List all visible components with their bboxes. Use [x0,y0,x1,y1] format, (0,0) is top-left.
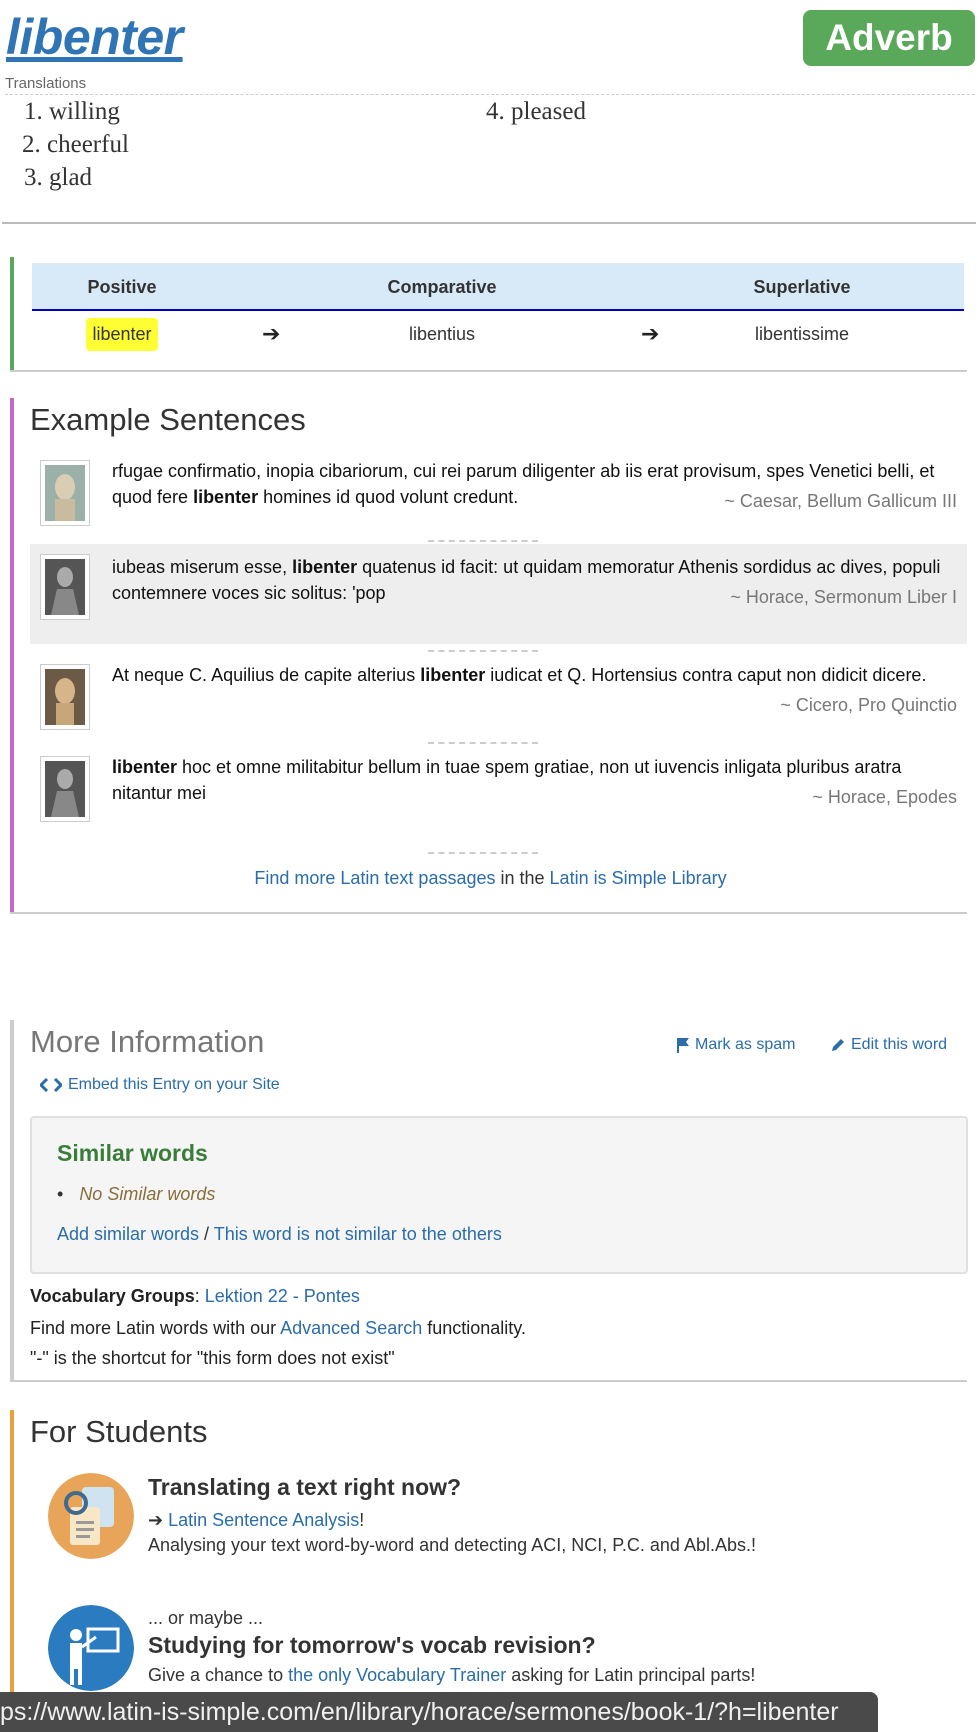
vocabulary-trainer-line: Give a chance to the only Vocabulary Tra… [148,1665,756,1685]
divider [428,742,538,744]
vocab-revision-heading: Studying for tomorrow's vocab revision? [148,1632,596,1658]
divider [5,94,975,95]
example-sentence[interactable]: libenter hoc et omne militabitur bellum … [30,750,967,840]
sentence-source[interactable]: ~ Cicero, Pro Quinctio [780,692,957,718]
example-sentences-section: Example Sentences rfugae confirmatio, in… [10,398,967,912]
shortcut-note: "-" is the shortcut for "this form does … [30,1348,395,1368]
separator-slash: / [199,1224,214,1244]
translation-item: 1. willing [24,98,120,125]
translating-heading: Translating a text right now? [148,1474,462,1500]
comparison-header-row: Positive Comparative Superlative [32,263,964,311]
section-title: More Information [30,1024,265,1059]
word-title[interactable]: libenter [6,8,183,66]
positive-form: libenter [72,313,172,355]
for-students-section: For Students Translating a text right no… [10,1410,967,1732]
divider [10,912,967,914]
caesar-bust-icon [40,460,90,526]
vocabulary-trainer-link[interactable]: the only Vocabulary Trainer [288,1665,506,1685]
add-similar-words-link[interactable]: Add similar words [57,1224,199,1244]
header-positive: Positive [87,276,157,297]
mark-spam-button[interactable]: Mark as spam [676,1036,795,1054]
find-more-line: Find more Latin text passages in the Lat… [14,868,967,889]
find-more-passages-link[interactable]: Find more Latin text passages [254,868,495,888]
sentence-analysis-icon [48,1473,134,1559]
divider [428,852,538,854]
more-information-section: More Information Mark as spam Edit this … [10,1020,968,1382]
pencil-icon [832,1039,844,1051]
vocabulary-group-link[interactable]: Lektion 22 - Pontes [205,1286,360,1306]
comparison-section: Positive Comparative Superlative libente… [10,257,967,372]
example-sentence[interactable]: At neque C. Aquilius de capite alterius … [30,658,967,738]
sentence-text: At neque C. Aquilius de capite alterius … [112,665,927,685]
cicero-bust-icon [40,664,90,730]
example-sentence[interactable]: rfugae confirmatio, inopia cibariorum, c… [30,454,967,534]
sentence-analysis-description: Analysing your text word-by-word and det… [148,1535,756,1555]
part-of-speech-badge: Adverb [803,10,975,66]
translations-label: Translations [5,75,87,92]
translation-item: 3. glad [24,164,93,191]
embed-entry-link[interactable]: Embed this Entry on your Site [40,1076,280,1094]
horace-portrait-icon [40,756,90,822]
example-sentence[interactable]: iubeas miserum esse, libenter quatenus i… [30,544,967,644]
translation-item: 4. pleased [486,98,586,125]
sentence-source[interactable]: ~ Horace, Epodes [812,784,957,810]
similar-words-title: Similar words [57,1140,208,1166]
divider [428,650,538,652]
code-icon [40,1078,62,1092]
library-link[interactable]: Latin is Simple Library [550,868,727,888]
section-title: Example Sentences [30,402,306,437]
not-similar-link[interactable]: This word is not similar to the others [214,1224,502,1244]
vocabulary-trainer-icon [48,1605,134,1691]
edit-word-button[interactable]: Edit this word [830,1036,947,1054]
section-title: For Students [30,1414,208,1449]
comparative-form: libentius [408,323,476,344]
sentence-analysis-line: ➔ Latin Sentence Analysis! [148,1510,365,1530]
superlative-form: libentissime [754,323,850,344]
similar-words-actions: Add similar words / This word is not sim… [57,1224,502,1245]
embed-label: Embed this Entry on your Site [68,1076,280,1093]
header-superlative: Superlative [753,276,851,297]
similar-word-item: • No Similar words [57,1184,216,1204]
edit-word-label: Edit this word [851,1036,948,1053]
sentence-source[interactable]: ~ Caesar, Bellum Gallicum III [724,488,957,514]
or-maybe-text: ... or maybe ... [148,1608,264,1628]
horace-portrait-icon [40,554,90,620]
header-comparative: Comparative [387,276,497,297]
divider [2,222,976,224]
divider [428,540,538,542]
sentence-analysis-link[interactable]: Latin Sentence Analysis [168,1510,359,1530]
arrow-right-icon: ➔ [148,1510,169,1530]
translation-item: 2. cheerful [22,131,129,158]
arrow-right-icon: ➔ [262,321,281,346]
advanced-search-link[interactable]: Advanced Search [280,1318,422,1338]
positive-form-highlight: libenter [86,317,158,351]
divider [10,370,967,372]
similar-words-box: Similar words • No Similar words Add simi… [30,1116,968,1274]
sentence-source[interactable]: ~ Horace, Sermonum Liber I [730,584,957,610]
mark-spam-label: Mark as spam [695,1036,796,1053]
arrow-right-icon: ➔ [641,321,660,346]
divider [10,1380,967,1382]
flag-icon [677,1038,689,1053]
advanced-search-line: Find more Latin words with our Advanced … [30,1318,526,1338]
vocabulary-groups-label: Vocabulary Groups [30,1286,195,1306]
vocabulary-groups-line: Vocabulary Groups: Lektion 22 - Pontes [30,1286,360,1306]
link-preview-status-bar: ps://www.latin-is-simple.com/en/library/… [0,1692,878,1732]
find-more-middle: in the [495,868,550,888]
